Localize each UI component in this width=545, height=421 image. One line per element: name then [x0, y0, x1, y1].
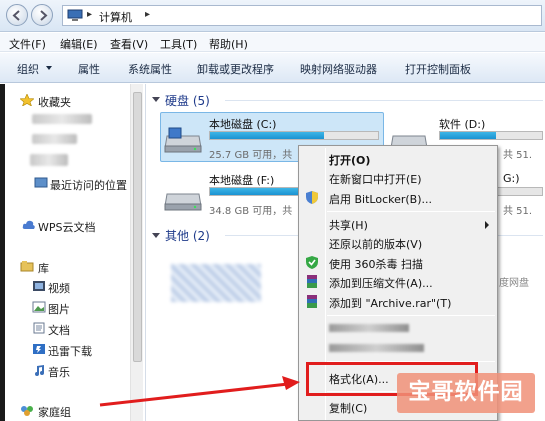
watermark: 宝哥软件园 — [397, 373, 535, 413]
annotation-arrow-icon — [99, 376, 300, 407]
explorer-window: ▸ 计算机 ▸ 文件(F) 编辑(E) 查看(V) 工具(T) 帮助(H) 组织… — [0, 0, 545, 421]
